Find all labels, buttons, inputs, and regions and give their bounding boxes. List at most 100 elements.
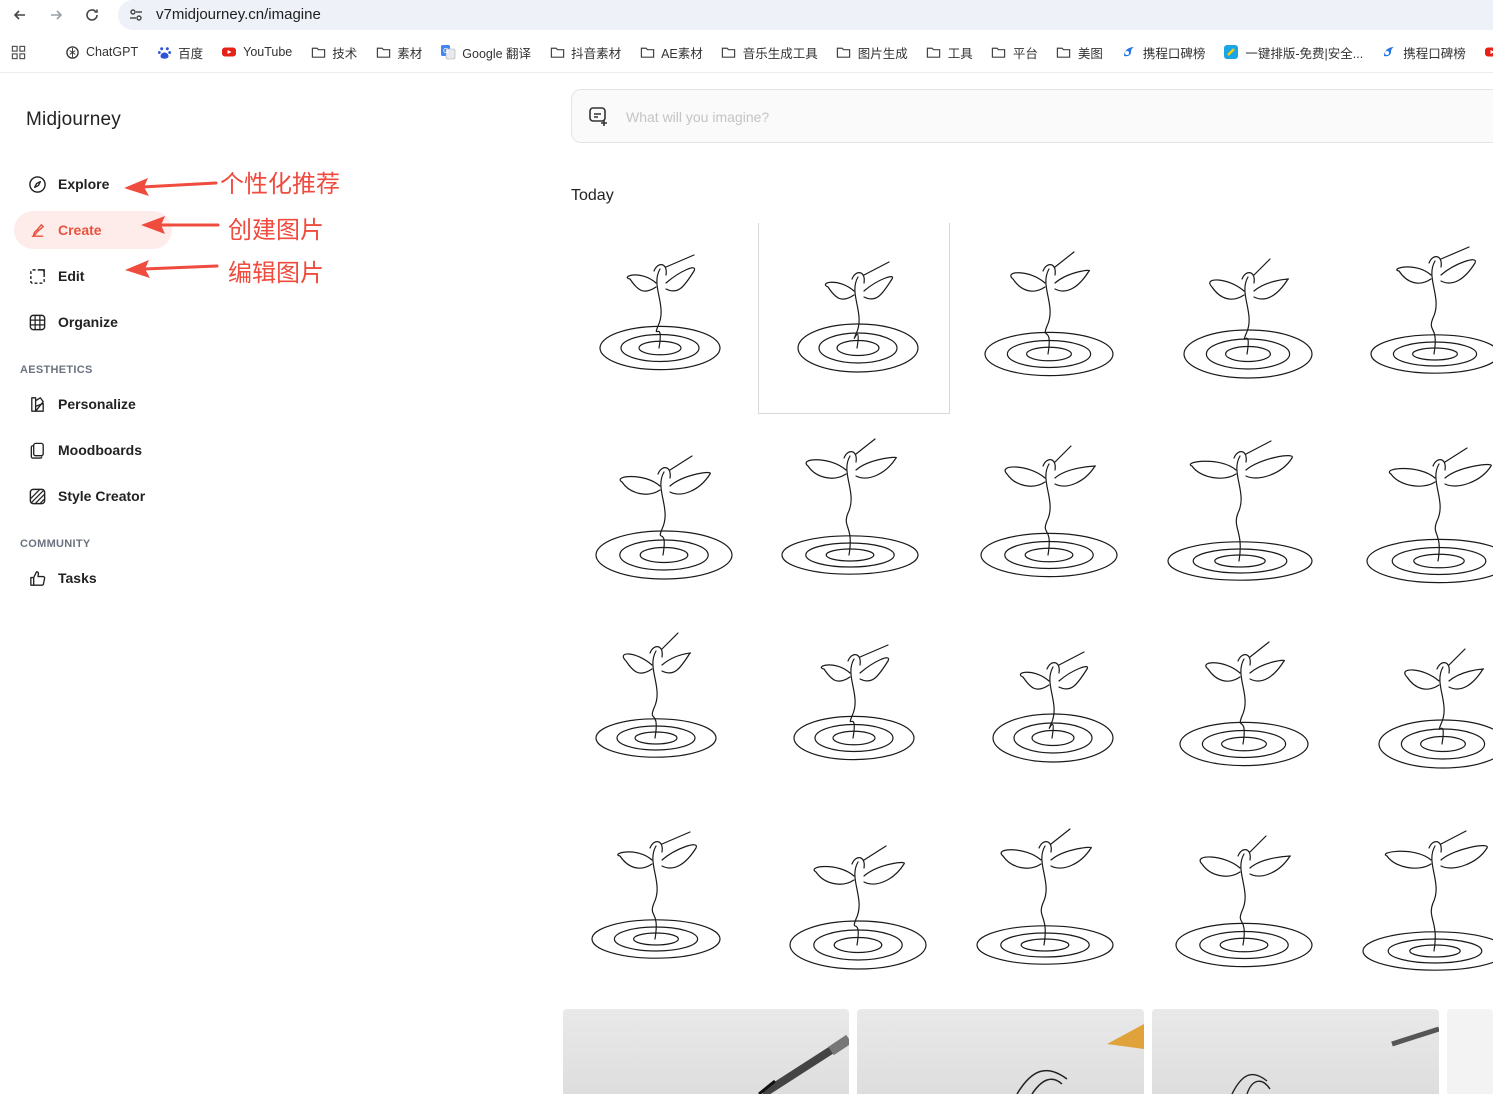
- image-tile[interactable]: [1152, 1009, 1440, 1094]
- hummingbird-line-art: [595, 455, 733, 580]
- bookmark-label: Google 翻译: [462, 46, 532, 61]
- personalize-icon: [27, 394, 47, 414]
- site-settings-icon[interactable]: [128, 7, 144, 23]
- image-tile[interactable]: [1149, 223, 1339, 413]
- image-tile[interactable]: [565, 223, 755, 413]
- image-tile[interactable]: [1149, 808, 1339, 998]
- image-tile[interactable]: [954, 808, 1144, 998]
- hummingbird-line-art: [789, 845, 927, 970]
- pen-sketch-thumbnail: [1231, 1026, 1440, 1094]
- grid-icon: [27, 312, 47, 332]
- bookmark-item[interactable]: 一键排版-免费|安全...: [1223, 43, 1363, 62]
- folder-icon: [549, 44, 565, 60]
- back-button[interactable]: [10, 5, 30, 25]
- baidu-icon: [156, 44, 172, 60]
- nav-moodboards-label: Moodboards: [58, 442, 142, 458]
- folder-icon: [1056, 44, 1072, 60]
- ctrip-icon: [1381, 44, 1397, 60]
- image-tile[interactable]: [1149, 418, 1339, 608]
- nav-style-creator-label: Style Creator: [58, 488, 146, 504]
- image-tile[interactable]: [565, 418, 755, 608]
- image-tile[interactable]: [1344, 418, 1493, 608]
- nav-tasks-label: Tasks: [58, 570, 97, 586]
- youtube-icon: [1484, 44, 1493, 60]
- image-tile[interactable]: [565, 613, 755, 803]
- bookmark-item[interactable]: 抖音素材: [549, 43, 621, 62]
- bookmark-item[interactable]: AE素材: [639, 43, 703, 62]
- image-tile[interactable]: [1344, 613, 1493, 803]
- prompt-input[interactable]: [626, 105, 1426, 129]
- hummingbird-line-art: [781, 438, 919, 575]
- image-tile[interactable]: [1344, 223, 1493, 413]
- image-tile[interactable]: [563, 1009, 852, 1094]
- bookmark-label: 美图: [1077, 46, 1103, 61]
- bookmark-item[interactable]: 工具: [926, 43, 973, 62]
- apps-button[interactable]: [10, 44, 32, 60]
- bookmark-item[interactable]: 技术: [310, 43, 357, 62]
- folder-icon: [926, 44, 942, 60]
- folder-icon: [836, 44, 852, 60]
- bookmark-item[interactable]: YouTube: [221, 44, 292, 60]
- bookmark-label: 工具: [947, 46, 973, 61]
- bookmark-item[interactable]: 素材: [375, 43, 422, 62]
- bookmark-label: 一键排版-免费|安全...: [1245, 46, 1364, 61]
- svg-text:G: G: [443, 47, 448, 55]
- image-prompt-icon[interactable]: [588, 105, 610, 127]
- moodboard-icon: [27, 440, 47, 460]
- bookmark-label: 技术: [332, 46, 358, 61]
- hummingbird-line-art: [1175, 835, 1313, 968]
- folder-icon: [639, 44, 655, 60]
- image-tile[interactable]: [1344, 808, 1493, 998]
- image-tile[interactable]: [954, 418, 1144, 608]
- annotation-arrow-edit: [125, 260, 219, 278]
- bookmark-item[interactable]: 携程口碑榜: [1381, 43, 1466, 62]
- image-tile[interactable]: [758, 223, 950, 414]
- bookmark-item[interactable]: 携程口碑榜: [1121, 43, 1205, 62]
- hummingbird-line-art: [1366, 447, 1493, 584]
- image-tile[interactable]: [857, 1009, 1144, 1094]
- nav-personalize[interactable]: Personalize: [14, 385, 172, 423]
- bookmark-item[interactable]: 平台: [991, 43, 1038, 62]
- image-tile[interactable]: [1447, 1009, 1493, 1094]
- forward-button[interactable]: [46, 5, 66, 25]
- nav-style-creator[interactable]: Style Creator: [14, 477, 172, 515]
- image-grid: [565, 223, 1493, 1003]
- hummingbird-line-art: [1370, 246, 1493, 374]
- nav-organize[interactable]: Organize: [14, 303, 172, 341]
- hummingbird-line-art: [980, 445, 1118, 578]
- image-tile[interactable]: [759, 808, 949, 998]
- image-tile[interactable]: [954, 613, 1144, 803]
- image-tile[interactable]: [565, 808, 755, 998]
- openai-icon: [64, 44, 80, 60]
- bookmark-item[interactable]: ChatGPT: [64, 44, 138, 60]
- url-field[interactable]: v7midjourney.cn/imagine: [118, 0, 1493, 30]
- bookmark-item[interactable]: (2): [1484, 44, 1493, 60]
- bookmark-label: 音乐生成工具: [742, 46, 818, 61]
- bookmark-item[interactable]: 美图: [1056, 43, 1103, 62]
- folder-icon: [310, 44, 326, 60]
- image-tile[interactable]: [759, 613, 949, 803]
- bookmark-label: 百度: [178, 46, 204, 61]
- reload-button[interactable]: [82, 5, 102, 25]
- brand-title: Midjourney: [26, 109, 121, 130]
- bookmark-item[interactable]: 音乐生成工具: [721, 43, 818, 62]
- nav-tasks[interactable]: Tasks: [14, 559, 172, 597]
- image-tile[interactable]: [1149, 613, 1339, 803]
- pen-sketch-thumbnail: [758, 1034, 852, 1094]
- bookmark-item[interactable]: 百度: [156, 43, 203, 62]
- annotation-arrow-create: [141, 216, 220, 234]
- nav-moodboards[interactable]: Moodboards: [14, 431, 172, 469]
- image-grid-next-row: [563, 1009, 1493, 1094]
- bookmark-item[interactable]: G Google 翻译: [440, 43, 531, 62]
- hummingbird-line-art: [793, 644, 915, 761]
- browser-address-bar: v7midjourney.cn/imagine: [0, 0, 1493, 30]
- compass-icon: [27, 174, 47, 194]
- image-tile[interactable]: [954, 223, 1144, 413]
- bookmark-item[interactable]: 图片生成: [836, 43, 908, 62]
- section-label-today: Today: [571, 187, 614, 204]
- image-tile[interactable]: [759, 418, 949, 608]
- url-text: v7midjourney.cn/imagine: [156, 6, 321, 23]
- nav-personalize-label: Personalize: [58, 396, 136, 412]
- annotation-explore: 个性化推荐: [220, 170, 340, 198]
- ctrip-icon: [1121, 44, 1137, 60]
